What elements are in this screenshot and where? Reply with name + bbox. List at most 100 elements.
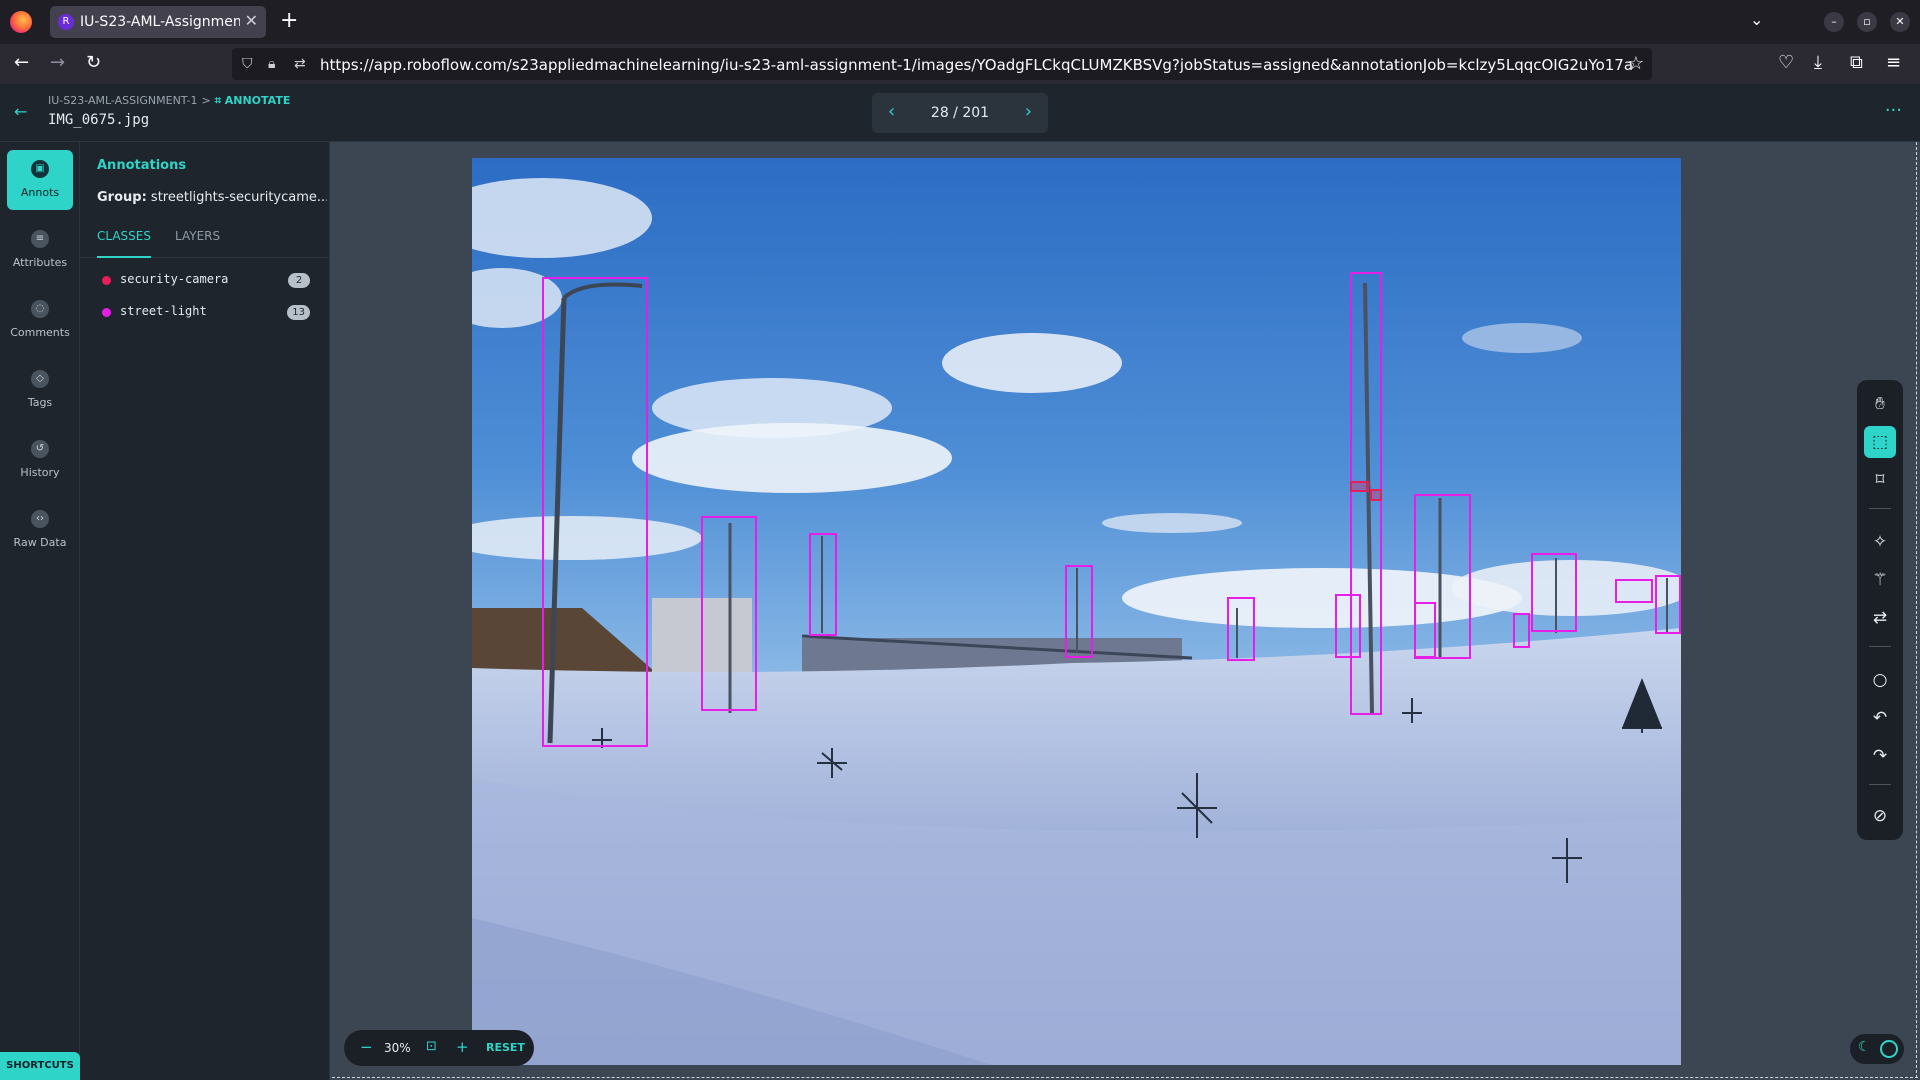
toolbar-divider	[1869, 508, 1891, 509]
undo-icon[interactable]: ↶	[1864, 702, 1896, 734]
class-row-street-light[interactable]: street-light 13	[80, 297, 330, 327]
chevron-down-icon[interactable]: ⌄	[1750, 10, 1763, 29]
image-filename: IMG_0675.jpg	[48, 112, 150, 128]
minimize-icon[interactable]: –	[1824, 12, 1844, 32]
zoom-level: 30%	[384, 1041, 411, 1055]
class-row-security-camera[interactable]: security-camera 2	[80, 265, 330, 295]
extensions-icon[interactable]: ⧉	[1850, 52, 1863, 74]
tab-classes[interactable]: CLASSES	[97, 222, 151, 258]
street-light-bbox[interactable]	[1414, 602, 1436, 658]
forward-icon[interactable]: →	[50, 52, 65, 74]
panel-title: Annotations	[97, 158, 187, 173]
zoom-in-icon[interactable]: +	[456, 1038, 469, 1056]
breadcrumb-annotate-label: ANNOTATE	[224, 94, 291, 107]
group-label: Group:	[97, 190, 147, 205]
rail-label: Tags	[27, 396, 53, 409]
app-header: ← IU-S23-AML-ASSIGNMENT-1 > ⌗ ANNOTATE IMG…	[0, 84, 1920, 142]
permissions-icon[interactable]: ⇄	[294, 54, 306, 74]
rail-label: Comments	[10, 326, 70, 339]
polygon-tool-icon[interactable]: ⌑	[1864, 464, 1896, 496]
security-camera-bbox[interactable]	[1370, 489, 1382, 501]
hand-pan-icon[interactable]: ✋︎	[1864, 388, 1896, 420]
annotations-panel: Annotations Group: streetlights-security…	[80, 142, 330, 1080]
street-light-bbox[interactable]	[1065, 565, 1093, 658]
annotation-group: Group: streetlights-securitycame...	[97, 190, 327, 205]
back-arrow-icon[interactable]: ←	[14, 102, 27, 121]
lock-icon[interactable]: 🔒︎	[268, 54, 275, 74]
more-options-icon[interactable]: ···	[1885, 100, 1902, 121]
panel-tabs: CLASSES LAYERS	[80, 222, 330, 258]
redo-icon[interactable]: ↷	[1864, 740, 1896, 772]
image-position: 28 / 201	[930, 105, 990, 121]
street-light-bbox[interactable]	[542, 277, 648, 747]
class-color-dot	[102, 308, 111, 317]
street-light-bbox[interactable]	[1615, 579, 1653, 603]
rail-item-raw-data[interactable]: ‹› Raw Data	[7, 500, 73, 560]
url-text[interactable]: https://app.roboflow.com/s23appliedmachi…	[320, 56, 1633, 74]
tab-layers[interactable]: LAYERS	[175, 222, 220, 258]
toggle-knob	[1880, 1040, 1898, 1058]
class-count-badge: 13	[287, 305, 310, 320]
street-light-bbox[interactable]	[1227, 597, 1255, 661]
back-icon[interactable]: ←	[14, 52, 29, 74]
repeat-previous-icon[interactable]: ⇄	[1864, 602, 1896, 634]
zoom-out-icon[interactable]: −	[360, 1038, 373, 1056]
group-value: streetlights-securitycame...	[150, 190, 327, 205]
street-light-bbox[interactable]	[809, 533, 837, 636]
class-name: security-camera	[120, 272, 229, 286]
firefox-logo-icon[interactable]	[10, 11, 32, 33]
street-light-bbox[interactable]	[1335, 594, 1361, 658]
close-window-icon[interactable]: ✕	[1890, 12, 1910, 32]
shortcuts-button[interactable]: SHORTCUTS	[0, 1052, 80, 1080]
zoom-reset-button[interactable]: RESET	[486, 1041, 525, 1054]
url-bar[interactable]: ⛉ 🔒︎ ⇄ https://app.roboflow.com/s23appli…	[232, 48, 1652, 80]
hide-annotations-icon[interactable]: ⊘	[1864, 800, 1896, 832]
next-image-icon[interactable]: ›	[1025, 101, 1032, 122]
breadcrumb-annotate[interactable]: ⌗ ANNOTATE	[215, 94, 291, 107]
class-color-dot	[102, 276, 111, 285]
theme-toggle[interactable]: ☾	[1850, 1034, 1904, 1064]
rail-item-annots[interactable]: ▣ Annots	[7, 150, 73, 210]
annotated-image[interactable]	[472, 158, 1681, 1065]
street-light-bbox[interactable]	[1513, 613, 1530, 648]
rail-item-comments[interactable]: ◌ Comments	[7, 290, 73, 350]
zoom-lock-icon[interactable]: ⊡	[426, 1039, 437, 1054]
street-light-bbox[interactable]	[1531, 553, 1577, 632]
tab-title: IU-S23-AML-Assignment-	[80, 14, 240, 30]
menu-icon[interactable]: ≡	[1886, 52, 1901, 74]
downloads-icon[interactable]: ⤓	[1814, 52, 1822, 74]
canvas-border	[1916, 142, 1917, 1078]
breadcrumb-separator: >	[201, 94, 211, 107]
rail-label: Raw Data	[13, 536, 67, 549]
bounding-box-tool-icon[interactable]: ⬚	[1864, 426, 1896, 458]
comment-tool-icon[interactable]: ○	[1864, 664, 1896, 696]
street-light-bbox[interactable]	[701, 516, 757, 711]
close-tab-icon[interactable]: ✕	[245, 11, 258, 30]
breadcrumb-project[interactable]: IU-S23-AML-ASSIGNMENT-1	[48, 94, 197, 107]
new-tab-icon[interactable]: +	[280, 9, 298, 33]
rail-item-tags[interactable]: ◇ Tags	[7, 360, 73, 420]
magic-wand-icon[interactable]: ⚚	[1864, 564, 1896, 596]
bookmark-star-icon[interactable]: ☆	[1628, 53, 1644, 74]
browser-navbar: ← → ↻ ⛉ 🔒︎ ⇄ https://app.roboflow.com/s2…	[0, 44, 1920, 84]
tag-icon: ◇	[31, 370, 49, 388]
class-name: street-light	[120, 304, 207, 318]
street-light-bbox[interactable]	[1655, 575, 1681, 634]
left-icon-rail: ▣ Annots ≡ Attributes ◌ Comments ◇ Tags …	[0, 142, 80, 1080]
history-icon: ↺	[31, 440, 49, 458]
rail-item-history[interactable]: ↺ History	[7, 430, 73, 490]
rail-item-attributes[interactable]: ≡ Attributes	[7, 220, 73, 280]
rail-label: History	[20, 466, 60, 479]
security-camera-bbox[interactable]	[1350, 481, 1369, 492]
browser-tab-active[interactable]: R IU-S23-AML-Assignment- ✕	[50, 6, 266, 38]
shield-icon[interactable]: ⛉	[242, 54, 253, 74]
pocket-icon[interactable]: ♡	[1778, 52, 1794, 74]
canvas-border	[332, 1077, 1918, 1078]
reload-icon[interactable]: ↻	[86, 52, 101, 74]
toolbar-divider	[1869, 784, 1891, 785]
restore-icon[interactable]: ▫	[1857, 12, 1877, 32]
breadcrumb: IU-S23-AML-ASSIGNMENT-1 > ⌗ ANNOTATE	[48, 94, 290, 108]
smart-polygon-icon[interactable]: ✧	[1864, 526, 1896, 558]
moon-icon: ☾	[1858, 1039, 1871, 1055]
comment-icon: ◌	[31, 300, 49, 318]
